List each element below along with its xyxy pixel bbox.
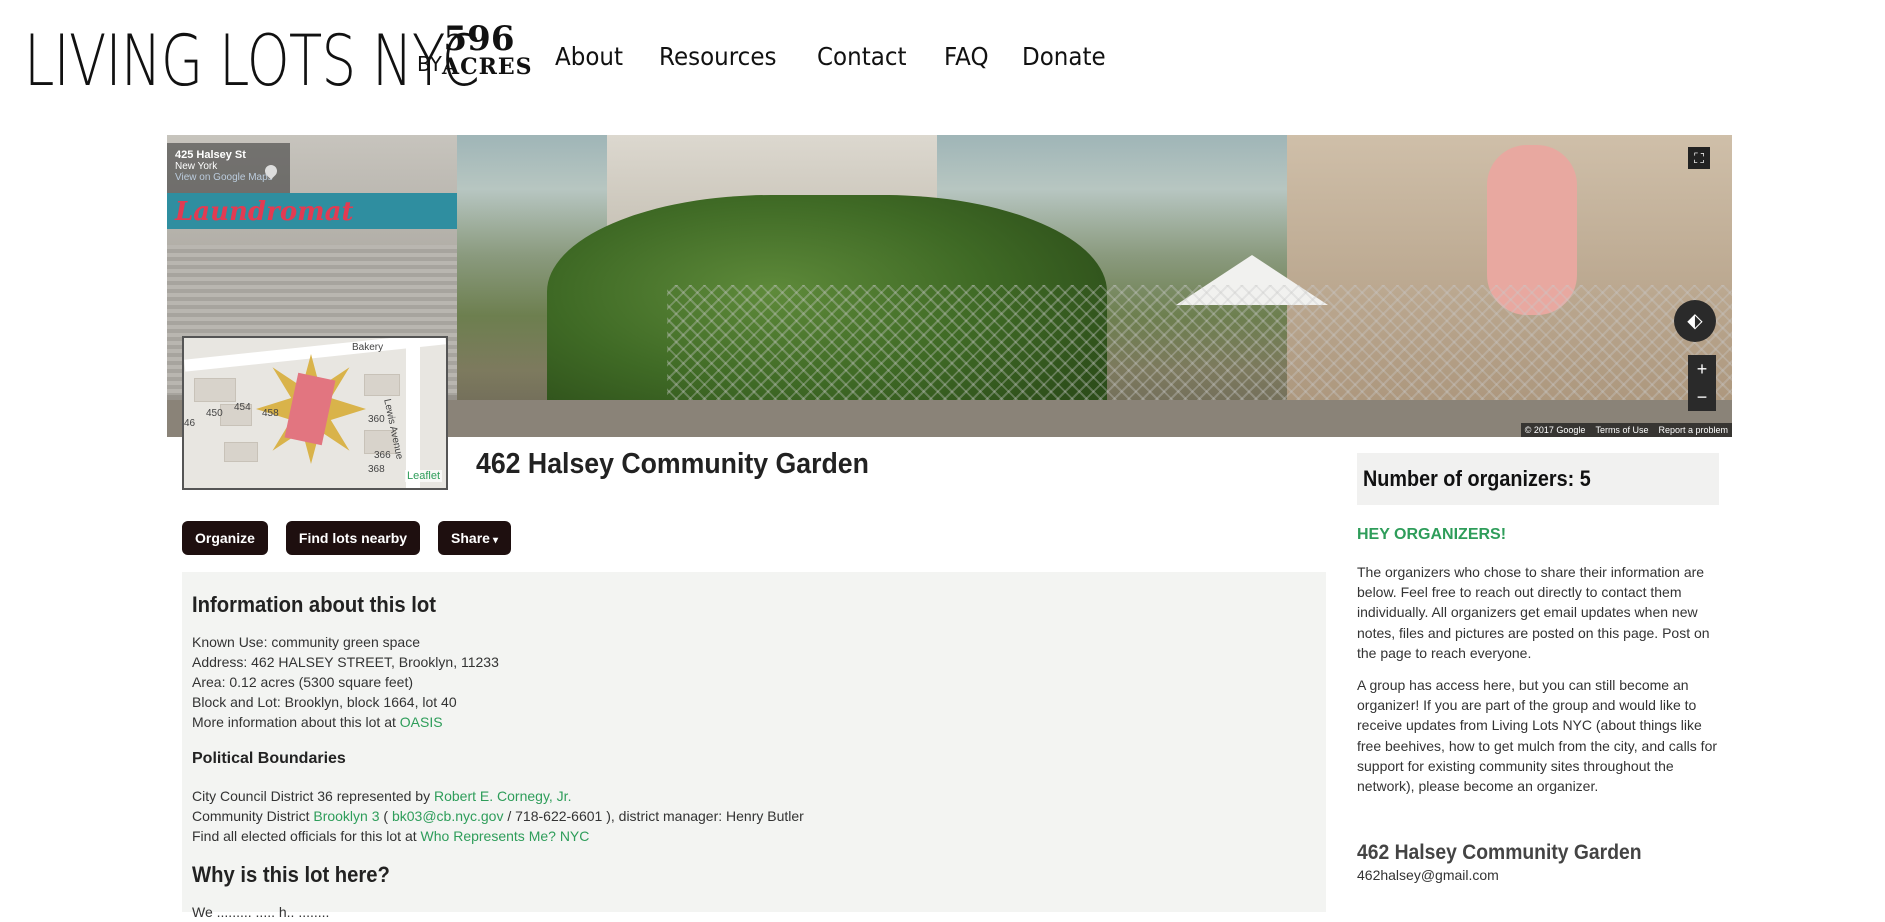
known-use: Known Use: community green space [192, 634, 420, 650]
zoom-control: + − [1688, 355, 1716, 411]
lot-actions: Organize Find lots nearby Share ▾ [182, 521, 511, 555]
zoom-in-button[interactable]: + [1688, 355, 1716, 383]
lot-minimap[interactable]: Bakery Lewis Avenue 450 454 458 360 366 … [182, 336, 448, 490]
logo-wordmark: LIVING LOTS NYC [24, 20, 480, 102]
leaflet-attribution-link[interactable]: Leaflet [404, 470, 442, 482]
organizers-info-text: The organizers who chose to share their … [1357, 564, 1710, 661]
lot-area: Area: 0.12 acres (5300 square feet) [192, 674, 414, 690]
map-block [194, 378, 236, 402]
council-member-link[interactable]: Robert E. Cornegy, Jr. [434, 788, 571, 804]
map-label-number: 458 [262, 408, 279, 419]
map-label-bakery: Bakery [352, 342, 384, 353]
copyright-text: © 2017 Google [1524, 425, 1586, 435]
organizer-group-email[interactable]: 462halsey@gmail.com [1357, 867, 1719, 883]
elected-officials-line: Find all elected officials for this lot … [192, 826, 1316, 846]
map-label-number: 360 [368, 414, 385, 425]
share-button[interactable]: Share ▾ [438, 521, 511, 555]
nav-about[interactable]: About [555, 42, 623, 71]
caret-down-icon: ▾ [492, 535, 498, 546]
lot-address: Address: 462 HALSEY STREET, Brooklyn, 11… [192, 654, 499, 670]
council-district-line: City Council District 36 represented by … [192, 786, 1316, 806]
laundromat-sign: Laundromat [167, 193, 457, 229]
hey-organizers-heading: HEY ORGANIZERS! [1357, 526, 1507, 543]
share-label: Share [451, 530, 490, 546]
map-label-number: 366 [374, 450, 391, 461]
lot-info-panel: Information about this lot Known Use: co… [182, 572, 1326, 920]
streetview-address-line1: 425 Halsey St [175, 149, 246, 161]
nav-resources[interactable]: Resources [659, 42, 776, 71]
elected-label: Find all elected officials for this lot … [192, 828, 421, 844]
fullscreen-icon[interactable]: ⛶ [1688, 147, 1710, 169]
nav-faq[interactable]: FAQ [944, 42, 989, 71]
community-district-link[interactable]: Brooklyn 3 [313, 808, 379, 824]
logo-acres-text: ACRES [442, 54, 533, 80]
main-nav: About Resources Contact FAQ Donate [555, 42, 1113, 71]
compass-icon[interactable]: ⬖ [1674, 300, 1716, 342]
terms-link[interactable]: Terms of Use [1595, 423, 1648, 437]
cd-phone-manager: / 718-622-6601 ), district manager: Henr… [503, 808, 804, 824]
logo-596: 596 [443, 19, 515, 59]
map-label-number: 46 [184, 418, 196, 429]
map-label-number: 450 [206, 408, 223, 419]
organizers-count-box: Number of organizers: 5 [1357, 453, 1719, 505]
block-and-lot: Block and Lot: Brooklyn, block 1664, lot… [192, 694, 457, 710]
organizer-group-name: 462 Halsey Community Garden [1357, 841, 1642, 865]
map-block [364, 374, 400, 396]
group-access-text: A group has access here, but you can sti… [1357, 677, 1718, 795]
find-lots-nearby-button[interactable]: Find lots nearby [285, 521, 421, 555]
political-boundaries-heading: Political Boundaries [192, 750, 346, 767]
cd-label: Community District [192, 808, 314, 824]
cd-email-link[interactable]: bk03@cb.nyc.gov [392, 808, 504, 824]
laundromat-sign-text: Laundromat [175, 197, 354, 227]
site-header: LIVING LOTS NYC BY 596 ACRES About Resou… [0, 0, 1885, 120]
nav-donate[interactable]: Donate [1022, 42, 1106, 71]
streetview-attribution: © 2017 Google Terms of Use Report a prob… [1520, 423, 1732, 437]
why-text: We ......... ..... h.. ........ [192, 904, 330, 920]
more-info-line: More information about this lot at OASIS [192, 712, 1316, 732]
organizers-sidebar: Number of organizers: 5 HEY ORGANIZERS! … [1357, 453, 1719, 883]
map-label-number: 368 [368, 464, 385, 475]
zoom-out-button[interactable]: − [1688, 383, 1716, 411]
streetview-address-card[interactable]: 425 Halsey St New York View on Google Ma… [167, 143, 290, 193]
map-label-number: 454 [234, 402, 251, 413]
organize-button[interactable]: Organize [182, 521, 268, 555]
info-heading: Information about this lot [192, 592, 436, 617]
map-road [406, 338, 420, 488]
who-represents-me-link[interactable]: Who Represents Me? NYC [421, 828, 590, 844]
lot-title: 462 Halsey Community Garden [476, 448, 869, 480]
report-problem-link[interactable]: Report a problem [1658, 423, 1728, 437]
cd-paren: ( [379, 808, 392, 824]
community-district-line: Community District Brooklyn 3 ( bk03@cb.… [192, 806, 1316, 826]
oasis-link[interactable]: OASIS [400, 714, 443, 730]
why-heading: Why is this lot here? [192, 862, 390, 887]
nav-contact[interactable]: Contact [817, 42, 906, 71]
map-block [224, 442, 258, 462]
logo-by: BY [417, 52, 442, 76]
council-label: City Council District 36 represented by [192, 788, 434, 804]
logo-596-acres: 596 ACRES [442, 19, 533, 80]
organizers-count: Number of organizers: 5 [1363, 466, 1591, 491]
more-info-label: More information about this lot at [192, 714, 400, 730]
chain-link-fence [667, 285, 1732, 405]
